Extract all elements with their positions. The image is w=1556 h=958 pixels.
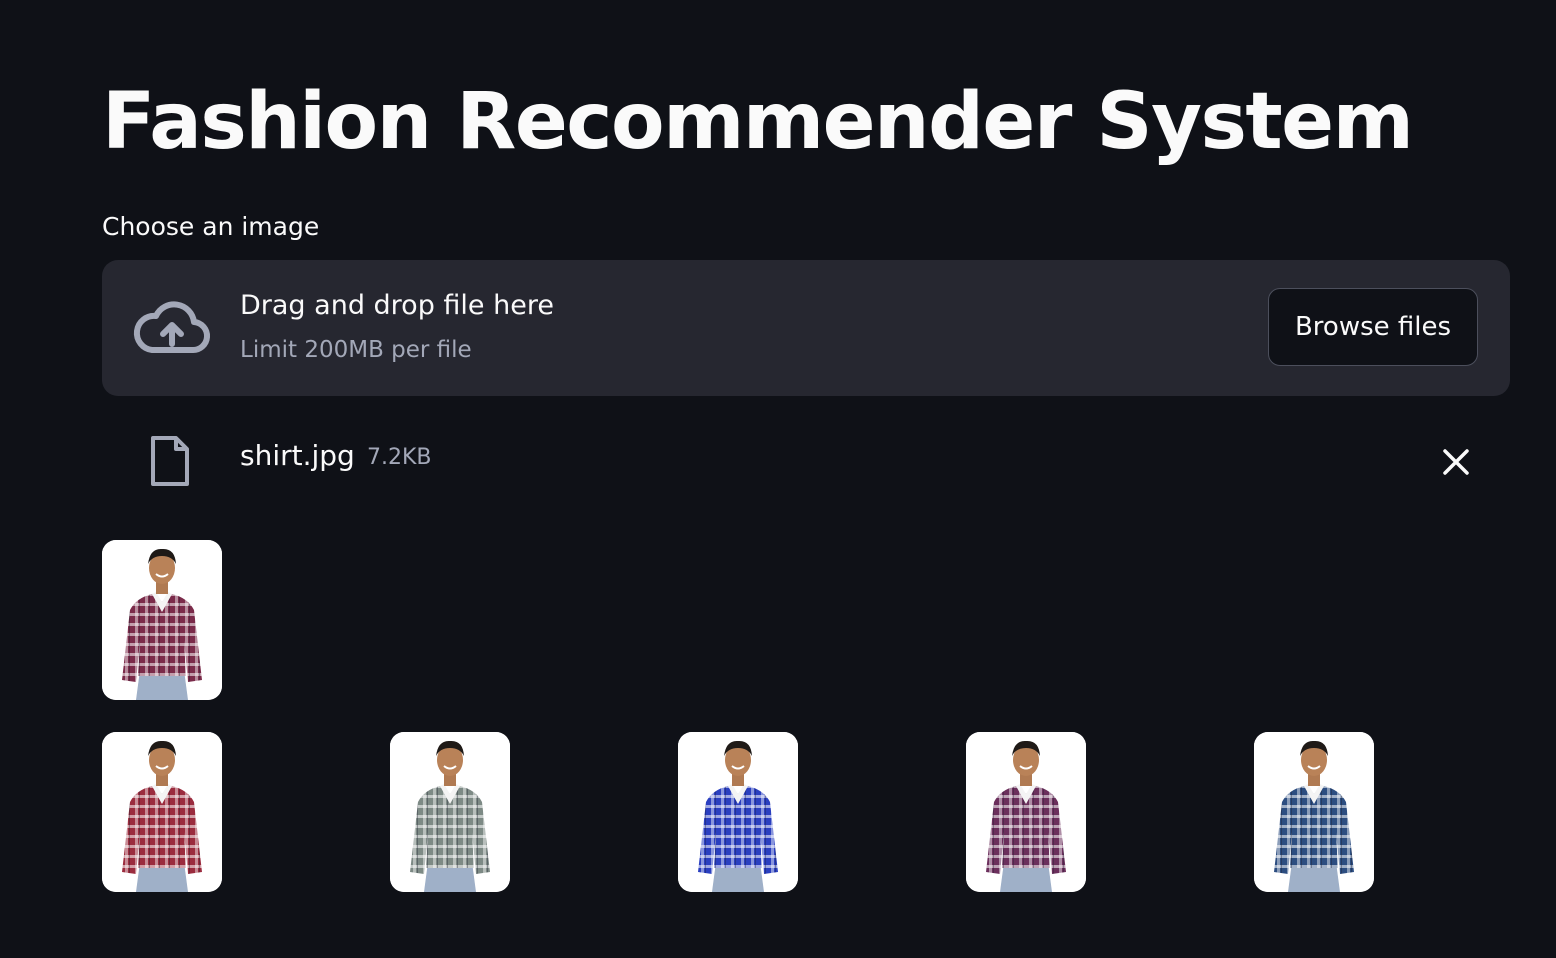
cloud-upload-icon: [133, 301, 211, 354]
dropzone-limit-text: Limit 200MB per file: [240, 337, 472, 363]
recommendation-image-2: [390, 732, 510, 892]
file-icon: [151, 436, 189, 486]
recommendation-image-1: [102, 732, 222, 892]
app-page: Fashion Recommender System Choose an ima…: [0, 0, 1556, 958]
uploaded-file-size: 7.2KB: [367, 445, 432, 470]
page-title: Fashion Recommender System: [102, 77, 1414, 167]
close-icon[interactable]: [1436, 442, 1476, 482]
person-shirt-image: [102, 732, 222, 892]
recommendation-image-4: [966, 732, 1086, 892]
file-dropzone[interactable]: Drag and drop file here Limit 200MB per …: [102, 260, 1510, 396]
uploaded-file-row: shirt.jpg 7.2KB: [102, 420, 1510, 500]
recommendation-image-3: [678, 732, 798, 892]
dropzone-title: Drag and drop file here: [240, 290, 554, 321]
person-shirt-image: [102, 540, 222, 700]
browse-files-button[interactable]: Browse files: [1268, 288, 1478, 366]
uploader-label: Choose an image: [102, 212, 320, 241]
person-shirt-image: [678, 732, 798, 892]
uploaded-image-preview: [102, 540, 222, 700]
person-shirt-image: [390, 732, 510, 892]
uploaded-file-name: shirt.jpg: [240, 439, 355, 472]
recommendation-image-5: [1254, 732, 1374, 892]
person-shirt-image: [1254, 732, 1374, 892]
person-shirt-image: [966, 732, 1086, 892]
